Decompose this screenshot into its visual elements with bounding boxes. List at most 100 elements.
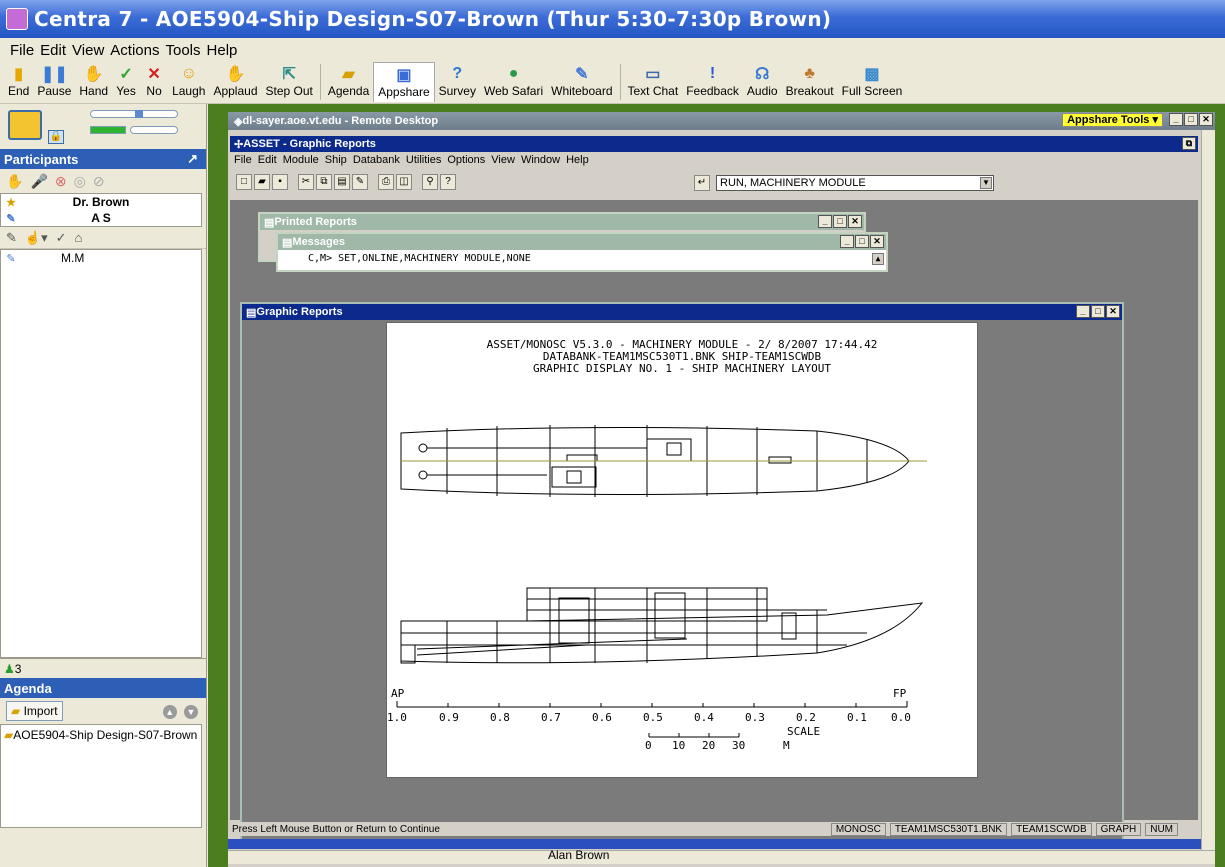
menu-view[interactable]: View [72,42,104,59]
no-button[interactable]: ✕ No [140,62,168,102]
maximize-button[interactable]: □ [1091,305,1105,318]
check-icon[interactable]: ✓ [56,230,67,246]
copy-icon[interactable]: ⧉ [316,174,332,190]
list-item[interactable]: ✎ M.M [1,250,201,266]
asset-menu-module[interactable]: Module [283,154,319,170]
menu-tools[interactable]: Tools [165,42,200,59]
person-icon[interactable]: ⌂ [75,230,83,245]
paste-icon[interactable]: ▤ [334,174,350,190]
chevron-down-icon[interactable]: ▼ [980,177,992,189]
minimize-button[interactable]: _ [818,215,832,228]
asset-menu-databank[interactable]: Databank [353,154,400,170]
end-icon: ▮ [14,66,24,83]
save-icon[interactable]: ▪ [272,174,288,190]
mic-icon[interactable]: 🎤 [30,173,47,190]
web-safari-button[interactable]: ● Web Safari [480,62,547,102]
open-folder-icon[interactable]: ▰ [254,174,270,190]
avatar[interactable] [8,110,42,140]
feedback-button[interactable]: ! Feedback [682,62,743,102]
enter-icon[interactable]: ↵ [694,175,710,191]
close-button[interactable]: ✕ [1199,113,1213,126]
survey-button[interactable]: ? Survey [435,62,480,102]
appshare-button[interactable]: ▣ Appshare [373,62,435,102]
maximize-button[interactable]: □ [833,215,847,228]
text-chat-button[interactable]: ▭ Text Chat [624,62,683,102]
appshare-tools-menu[interactable]: Appshare Tools ▾ [1062,113,1163,127]
menu-edit[interactable]: Edit [40,42,66,59]
asset-menu-view[interactable]: View [491,154,515,170]
cancel-icon[interactable]: ⊘ [93,173,105,190]
block-icon[interactable]: ⊗ [55,173,67,190]
breakout-button[interactable]: ♣ Breakout [782,62,838,102]
asset-menu-ship[interactable]: Ship [325,154,347,170]
cut-icon[interactable]: ✂ [298,174,314,190]
asset-menu-utilities[interactable]: Utilities [406,154,441,170]
down-arrow-icon[interactable]: ▼ [184,704,198,719]
scale-label: SCALE [787,725,820,738]
hand-icon[interactable]: ✋ [6,173,23,190]
mic-slider[interactable] [130,126,178,134]
lock-icon[interactable]: 🔒 [48,130,64,144]
window-controls: _ □ ✕ [1076,305,1120,318]
axis-tick-label: 0.1 [847,711,867,724]
close-button[interactable]: ✕ [848,215,862,228]
up-arrow-icon[interactable]: ▲ [162,704,177,719]
whiteboard-button[interactable]: ✎ Whiteboard [547,62,616,102]
horizontal-scrollbar[interactable] [228,850,1215,864]
agenda-button[interactable]: ▰ Agenda [324,62,373,102]
agenda-item[interactable]: ▰AOE5904-Ship Design-S07-Brown [4,728,197,742]
laugh-button[interactable]: ☺ Laugh [168,62,209,102]
record-icon[interactable]: ◎ [74,173,86,190]
asset-menu-options[interactable]: Options [447,154,485,170]
slider-thumb[interactable] [135,110,143,118]
axis-tick-label: 0.8 [490,711,510,724]
full-screen-button[interactable]: ▩ Full Screen [838,62,907,102]
command-dropdown[interactable]: RUN, MACHINERY MODULE ▼ [716,175,994,191]
yes-button[interactable]: ✓ Yes [112,62,140,102]
hand-button[interactable]: ✋ Hand [75,62,112,102]
list-item[interactable]: ✎ A S [1,210,201,226]
asset-menu-edit[interactable]: Edit [258,154,277,170]
asset-menu-window[interactable]: Window [521,154,560,170]
step-out-button[interactable]: ⇱ Step Out [262,62,317,102]
scroll-up-button[interactable]: ▲ [872,253,884,265]
menu-help[interactable]: Help [207,42,238,59]
restore-button[interactable]: ⧉ [1182,137,1196,150]
document-icon: ▤ [282,236,293,249]
vertical-scrollbar[interactable] [1201,130,1215,850]
maximize-button[interactable]: □ [1184,113,1198,126]
import-button[interactable]: ▰ Import [6,701,63,721]
hand-dropdown-icon[interactable]: ☝▾ [25,230,48,246]
help-icon[interactable]: ? [440,174,456,190]
pause-button[interactable]: ❚❚ Pause [33,62,75,102]
asset-menu-help[interactable]: Help [566,154,589,170]
minimize-button[interactable]: _ [1076,305,1090,318]
asset-menu-bar: File Edit Module Ship Databank Utilities… [234,154,589,170]
minimize-button[interactable]: _ [840,235,854,248]
edit-icon[interactable]: ✎ [352,174,368,190]
minimize-button[interactable]: _ [1169,113,1183,126]
new-file-icon[interactable]: □ [236,174,252,190]
scale-tick-label: 30 [732,739,745,752]
agenda-list: ▰AOE5904-Ship Design-S07-Brown [0,724,202,828]
applaud-button[interactable]: ✋ Applaud [209,62,261,102]
pencil-icon[interactable]: ✎ [6,230,17,246]
find-icon[interactable]: ⚲ [422,174,438,190]
window-controls: _ □ ✕ [840,235,884,248]
window-icon[interactable]: ◫ [396,174,412,190]
maximize-button[interactable]: □ [855,235,869,248]
expand-arrow-icon[interactable]: ↗ [187,151,198,167]
document-icon: ▤ [264,216,275,229]
audio-button[interactable]: ☊ Audio [743,62,782,102]
print-icon[interactable]: ⎙ [378,174,394,190]
close-button[interactable]: ✕ [1106,305,1120,318]
messages-titlebar: ▤ Messages _ □ ✕ [278,234,886,250]
asset-menu-file[interactable]: File [234,154,252,170]
menu-actions[interactable]: Actions [110,42,159,59]
list-item[interactable]: ★ Dr. Brown [1,194,201,210]
menu-file[interactable]: File [10,42,34,59]
close-button[interactable]: ✕ [870,235,884,248]
volume-slider[interactable] [90,110,178,118]
end-button[interactable]: ▮ End [4,62,33,102]
mic-level-meter [90,126,126,134]
